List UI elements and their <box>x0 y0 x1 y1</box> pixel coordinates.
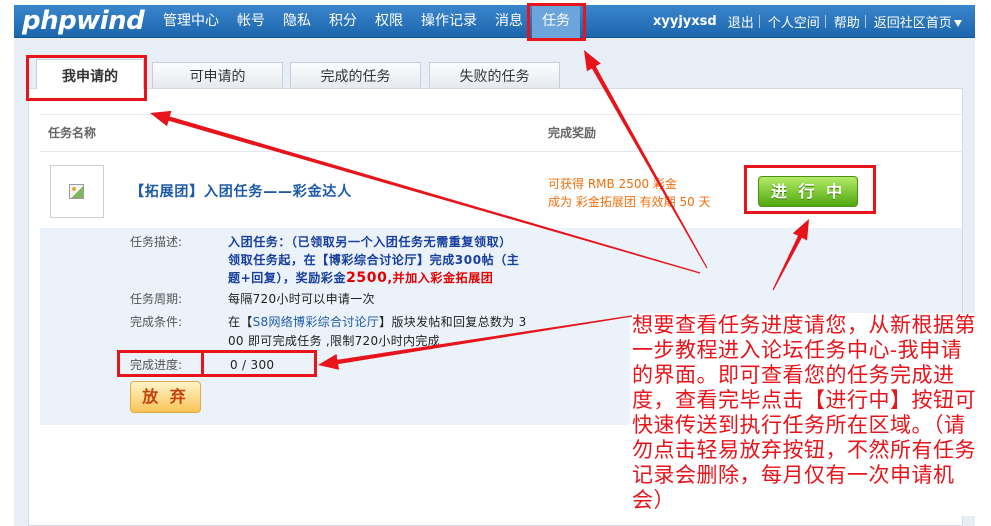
progress-label: 完成进度: <box>130 358 183 372</box>
task-thumbnail[interactable] <box>50 165 104 218</box>
nav-item-admin-center[interactable]: 管理中心 <box>154 5 228 38</box>
annotation-line: 快速传送到执行任务所在区域。（请 <box>632 413 966 437</box>
bonus-amount: 2500 <box>346 270 388 286</box>
in-progress-button[interactable]: 进 行 中 <box>758 176 858 207</box>
nav-item-account[interactable]: 帐号 <box>228 5 274 38</box>
help-link[interactable]: 帮助 <box>834 12 860 31</box>
annotation-line: 会） <box>632 488 675 512</box>
broken-image-icon <box>69 184 84 199</box>
annotation-line: 勿点击轻易放弃按钮，不然所有任务 <box>632 438 976 462</box>
column-header-task-name: 任务名称 <box>48 126 97 140</box>
chevron-down-icon <box>953 20 962 27</box>
nav-item-permissions[interactable]: 权限 <box>366 5 412 38</box>
main-menu: 管理中心 帐号 隐私 积分 权限 操作记录 消息 任务 <box>154 5 580 38</box>
task-table-header: 任务名称 完成奖励 <box>40 114 962 152</box>
condition-prefix: 在【 <box>228 315 253 329</box>
nav-item-operation-log[interactable]: 操作记录 <box>412 5 486 38</box>
bonus-tail-text: ,并加入彩金拓展团 <box>387 271 494 285</box>
condition-suffix: 】版块发帖和回复总数为 3 <box>379 315 527 329</box>
annotation-line: 想要查看任务进度请您，从新根据第 <box>632 313 976 337</box>
cycle-label: 任务周期: <box>130 292 183 306</box>
nav-item-tasks[interactable]: 任务 <box>532 5 580 38</box>
annotation-line: 记录会删除，每月仅有一次申请机 <box>632 463 955 487</box>
annotation-line: 一步教程进入论坛任务中心-我申请 <box>632 338 963 362</box>
condition-line-2: 00 即可完成任务 ,限制720小时内完成 <box>228 334 440 348</box>
column-header-reward: 完成奖励 <box>548 126 597 140</box>
tab-available[interactable]: 可申请的 <box>152 62 283 88</box>
nav-item-messages[interactable]: 消息 <box>486 5 532 38</box>
nav-separator <box>824 15 826 28</box>
description-line-3-text: 题+回复），奖励彩金 <box>228 271 347 285</box>
nav-separator <box>758 15 760 28</box>
annotation-note: 想要查看任务进度请您，从新根据第 一步教程进入论坛任务中心-我申请 的界面。即可… <box>630 313 988 516</box>
username-link[interactable]: xyyjyxsd <box>653 14 717 29</box>
nav-item-points[interactable]: 积分 <box>320 5 366 38</box>
description-line-1: 入团任务：（已领取另一个入团任务无需重复领取） <box>228 235 512 249</box>
description-line-2: 领取任务起，在【博彩综合讨论厅】完成300帖（主 <box>228 253 520 267</box>
back-to-community-link[interactable]: 返回社区首页 <box>874 12 962 31</box>
condition-label: 完成条件: <box>130 315 183 329</box>
user-links: xyyjyxsd 退出 个人空间 帮助 返回社区首页 <box>653 5 962 38</box>
nav-item-privacy[interactable]: 隐私 <box>274 5 320 38</box>
description-line-3: 题+回复），奖励彩金2500,并加入彩金拓展团 <box>228 269 493 287</box>
tab-completed[interactable]: 完成的任务 <box>290 62 421 88</box>
tab-failed[interactable]: 失败的任务 <box>429 62 560 88</box>
reward-line-1: 可获得 RMB 2500 彩金 <box>548 177 677 191</box>
annotation-line: 度，查看完毕点击【进行中】按钮可 <box>632 388 976 412</box>
task-title-link[interactable]: 【拓展团】入团任务——彩金达人 <box>130 181 352 201</box>
reward-line-2: 成为 彩金拓展团 有效期 50 天 <box>548 195 711 209</box>
phpwind-logo[interactable]: phpwind <box>22 5 145 38</box>
abandon-button[interactable]: 放 弃 <box>130 381 201 413</box>
annotation-line: 的界面。即可查看您的任务完成进 <box>632 363 955 387</box>
description-label: 任务描述: <box>130 235 183 249</box>
logout-link[interactable]: 退出 <box>728 12 754 31</box>
top-navigation-bar: phpwind 管理中心 帐号 隐私 积分 权限 操作记录 消息 任务 xyyj… <box>14 5 975 38</box>
tab-my-applied[interactable]: 我申请的 <box>36 59 144 89</box>
progress-value: 0 / 300 <box>230 358 275 372</box>
personal-space-link[interactable]: 个人空间 <box>768 12 820 31</box>
cycle-value: 每隔720小时可以申请一次 <box>228 292 375 306</box>
back-to-community-label: 返回社区首页 <box>873 16 952 31</box>
forum-link[interactable]: S8网络博彩综合讨论厅 <box>253 315 380 329</box>
condition-line-1: 在【S8网络博彩综合讨论厅】版块发帖和回复总数为 3 <box>228 313 527 331</box>
nav-separator <box>864 15 866 28</box>
